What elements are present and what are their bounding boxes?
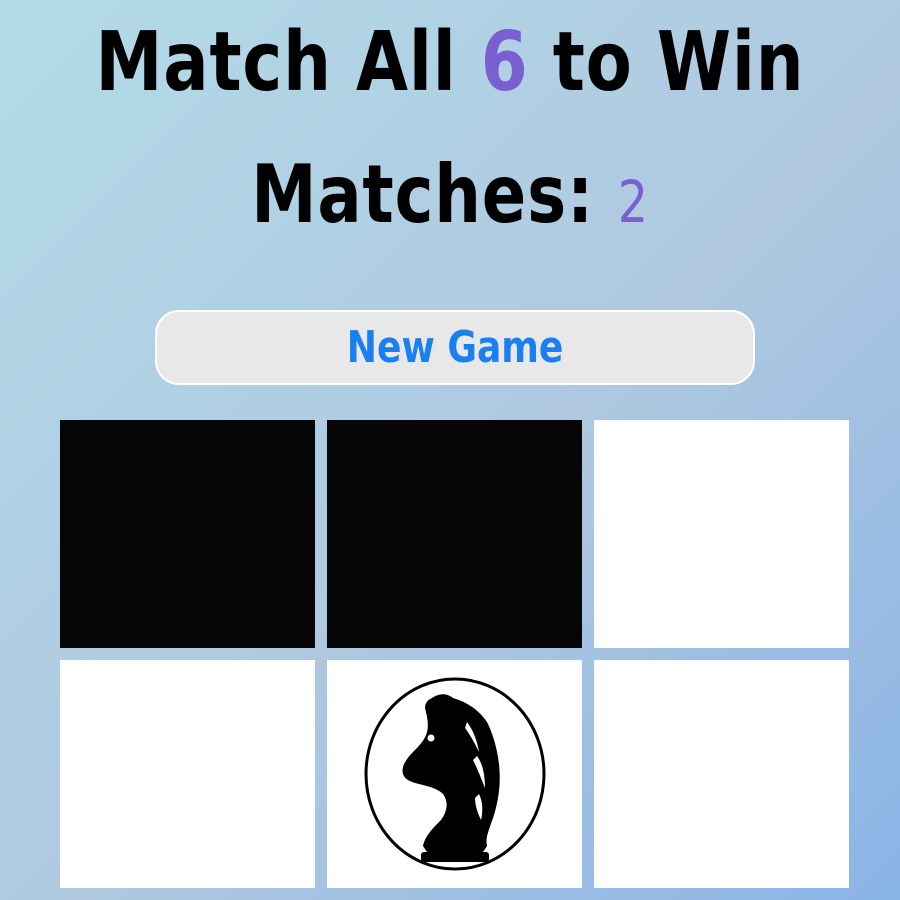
card-4[interactable] <box>60 660 315 888</box>
win-suffix: to Win <box>552 15 805 110</box>
card-5[interactable] <box>327 660 582 888</box>
card-1[interactable] <box>60 420 315 648</box>
matches-counter: Matches: 2 <box>81 150 819 247</box>
win-prefix: Match All <box>95 15 457 110</box>
matches-label: Matches: <box>251 148 595 241</box>
card-2[interactable] <box>327 420 582 648</box>
win-count: 6 <box>480 15 529 110</box>
new-game-label: New Game <box>346 322 564 373</box>
chess-knight-icon <box>364 677 546 871</box>
matches-value: 2 <box>617 168 649 236</box>
card-6[interactable] <box>594 660 849 888</box>
new-game-button[interactable]: New Game <box>155 310 755 385</box>
win-condition-heading: Match All 6 to Win <box>81 18 819 108</box>
card-3[interactable] <box>594 420 849 648</box>
